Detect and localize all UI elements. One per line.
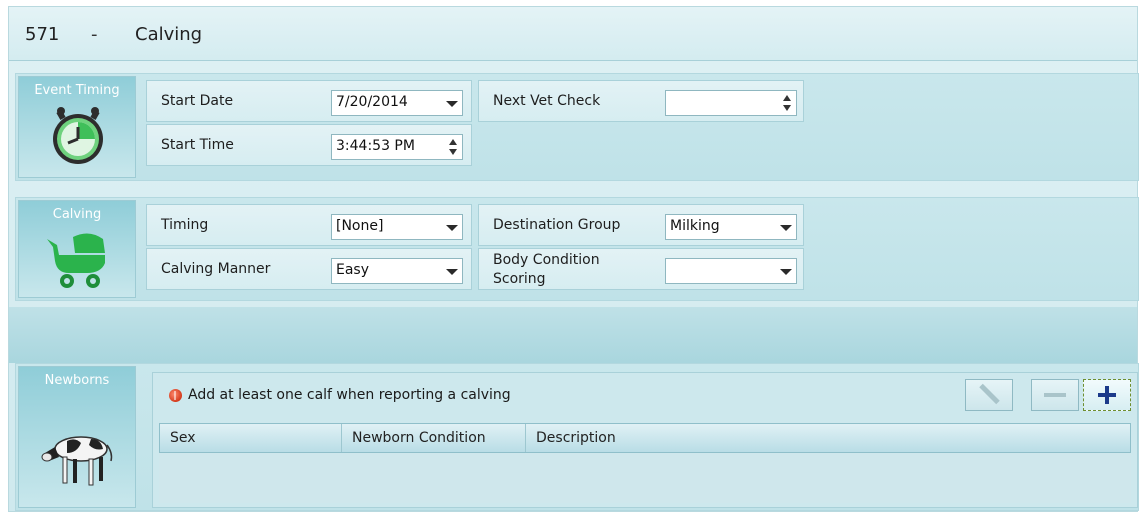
chevron-down-icon[interactable]: [446, 269, 458, 275]
newborns-label: Newborns: [44, 373, 110, 388]
chevron-down-icon[interactable]: [446, 225, 458, 231]
destination-group-dropdown[interactable]: Milking: [665, 214, 797, 240]
header-separator: -: [91, 24, 98, 45]
start-date-dropdown[interactable]: 7/20/2014: [331, 90, 463, 116]
newborns-grid-body[interactable]: [159, 453, 1131, 503]
chevron-down-icon[interactable]: [780, 225, 792, 231]
start-time-value: 3:44:53 PM: [336, 138, 415, 154]
event-timing-label-panel: Event Timing: [18, 76, 136, 178]
newborns-panel: Add at least one calf when reporting a c…: [152, 372, 1138, 508]
start-time-spinner[interactable]: 3:44:53 PM: [331, 134, 463, 160]
stopwatch-icon: [43, 99, 113, 173]
remove-newborn-button[interactable]: [1031, 379, 1079, 411]
calving-event-window: 571 - Calving Event Timing Start Date 7/…: [8, 6, 1139, 512]
next-vet-check-field: Next Vet Check: [478, 80, 804, 122]
warning-text: Add at least one calf when reporting a c…: [188, 387, 511, 403]
start-date-field: Start Date 7/20/2014: [146, 80, 472, 122]
calving-label: Calving: [52, 207, 102, 222]
destination-group-value: Milking: [670, 218, 720, 234]
section-divider-band: [9, 307, 1137, 363]
body-condition-scoring-field: Body Condition Scoring: [478, 248, 804, 290]
calving-section: Calving Timing [None] Calving Manner Eas…: [15, 197, 1139, 301]
column-header-newborn-condition[interactable]: Newborn Condition: [342, 424, 526, 452]
next-vet-check-label: Next Vet Check: [493, 93, 601, 109]
newborns-label-panel: Newborns: [18, 366, 136, 508]
warning-icon: [169, 388, 182, 402]
start-date-label: Start Date: [161, 93, 234, 109]
baby-carriage-icon: [43, 225, 113, 295]
page-title: Calving: [135, 24, 203, 45]
start-date-value: 7/20/2014: [336, 94, 408, 110]
event-timing-label: Event Timing: [34, 83, 120, 98]
calving-label-panel: Calving: [18, 200, 136, 298]
calving-manner-field: Calving Manner Easy: [146, 248, 472, 290]
newborns-section: Newborns Add at least one calf when repo…: [15, 363, 1139, 511]
body-condition-scoring-dropdown[interactable]: [665, 258, 797, 284]
add-newborn-button[interactable]: [1083, 379, 1131, 411]
destination-group-label: Destination Group: [493, 217, 621, 233]
minus-icon: [1044, 393, 1066, 397]
edit-newborn-button[interactable]: [965, 379, 1013, 411]
column-header-sex[interactable]: Sex: [160, 424, 342, 452]
newborns-grid-header: Sex Newborn Condition Description: [159, 423, 1131, 453]
timing-value: [None]: [336, 218, 384, 234]
pencil-icon: [978, 384, 1000, 406]
record-id: 571: [25, 24, 60, 45]
start-time-field: Start Time 3:44:53 PM: [146, 124, 472, 166]
calving-manner-value: Easy: [336, 262, 370, 278]
destination-group-field: Destination Group Milking: [478, 204, 804, 246]
calving-manner-label: Calving Manner: [161, 261, 271, 277]
column-header-description[interactable]: Description: [526, 424, 1130, 452]
start-time-label: Start Time: [161, 137, 234, 153]
calving-manner-dropdown[interactable]: Easy: [331, 258, 463, 284]
spinner-arrows-icon[interactable]: [449, 139, 457, 155]
next-vet-check-spinner[interactable]: [665, 90, 797, 116]
timing-field: Timing [None]: [146, 204, 472, 246]
calf-icon: [41, 427, 117, 497]
plus-icon: [1098, 386, 1116, 404]
body-condition-scoring-label: Body Condition Scoring: [493, 251, 600, 289]
chevron-down-icon[interactable]: [446, 101, 458, 107]
spinner-arrows-icon[interactable]: [783, 95, 791, 111]
event-timing-section: Event Timing Start Date 7/20/2014 Start …: [15, 73, 1139, 181]
body-condition-label-line1: Body Condition: [493, 252, 600, 268]
warning-message: Add at least one calf when reporting a c…: [169, 387, 511, 403]
timing-label: Timing: [161, 217, 209, 233]
event-header: 571 - Calving: [9, 7, 1137, 61]
chevron-down-icon[interactable]: [780, 269, 792, 275]
body-condition-label-line2: Scoring: [493, 271, 546, 287]
timing-dropdown[interactable]: [None]: [331, 214, 463, 240]
